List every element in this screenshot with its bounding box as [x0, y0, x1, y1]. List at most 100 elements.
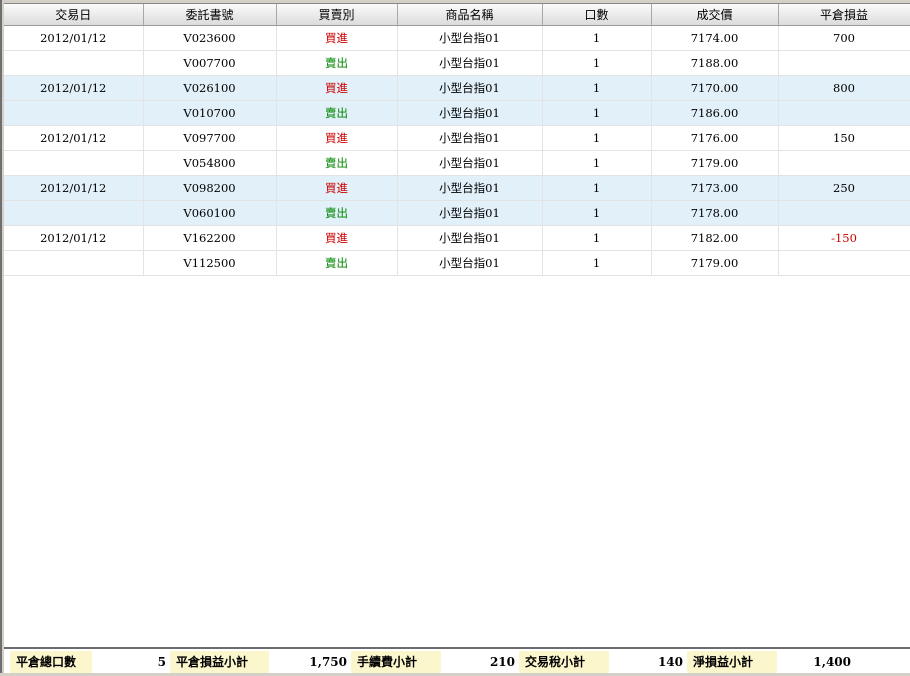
trade-date-cell	[4, 150, 144, 176]
side-cell: 賣出	[276, 50, 398, 76]
col-header-product[interactable]: 商品名稱	[397, 4, 543, 26]
product-cell: 小型台指01	[397, 75, 543, 101]
trade-row[interactable]: V054800 賣出 小型台指01 1 7179.00	[4, 150, 910, 176]
fee-subtotal-label: 手續費小計	[351, 651, 441, 673]
qty-cell: 1	[542, 175, 652, 201]
price-cell: 7179.00	[651, 250, 779, 276]
order-no-cell: V097700	[143, 125, 277, 151]
side-cell: 買進	[276, 25, 398, 51]
trade-date-cell: 2012/01/12	[4, 75, 144, 101]
pnl-cell: 250	[778, 175, 910, 201]
qty-cell: 1	[542, 100, 652, 126]
order-no-cell: V054800	[143, 150, 277, 176]
price-cell: 7178.00	[651, 200, 779, 226]
fee-subtotal-value: 210	[441, 651, 519, 673]
header-row: 交易日 委託書號 買賣別 商品名稱 口數 成交價 平倉損益	[4, 4, 910, 26]
price-cell: 7170.00	[651, 75, 779, 101]
price-cell: 7182.00	[651, 225, 779, 251]
pnl-cell	[778, 200, 910, 226]
trade-row[interactable]: V060100 賣出 小型台指01 1 7178.00	[4, 200, 910, 226]
price-cell: 7188.00	[651, 50, 779, 76]
order-no-cell: V026100	[143, 75, 277, 101]
order-no-cell: V007700	[143, 50, 277, 76]
trade-grid: 交易日 委託書號 買賣別 商品名稱 口數 成交價 平倉損益 2012/01/12…	[4, 3, 910, 647]
pnl-cell	[778, 100, 910, 126]
trade-date-cell	[4, 250, 144, 276]
side-cell: 賣出	[276, 200, 398, 226]
side-cell: 賣出	[276, 250, 398, 276]
product-cell: 小型台指01	[397, 250, 543, 276]
net-pnl-value: 1,400	[777, 651, 855, 673]
order-no-cell: V060100	[143, 200, 277, 226]
col-header-qty[interactable]: 口數	[542, 4, 652, 26]
trade-date-cell	[4, 50, 144, 76]
net-pnl-label: 淨損益小計	[687, 651, 777, 673]
pnl-cell	[778, 150, 910, 176]
col-header-trade-date[interactable]: 交易日	[4, 4, 144, 26]
side-cell: 買進	[276, 225, 398, 251]
trade-date-cell: 2012/01/12	[4, 125, 144, 151]
price-cell: 7186.00	[651, 100, 779, 126]
trade-row[interactable]: 2012/01/12 V097700 買進 小型台指01 1 7176.00 150	[4, 125, 910, 151]
pnl-cell	[778, 250, 910, 276]
product-cell: 小型台指01	[397, 25, 543, 51]
pnl-cell: 150	[778, 125, 910, 151]
col-header-pnl[interactable]: 平倉損益	[778, 4, 910, 26]
side-cell: 買進	[276, 175, 398, 201]
product-cell: 小型台指01	[397, 100, 543, 126]
col-header-price[interactable]: 成交價	[651, 4, 779, 26]
tax-subtotal-label: 交易稅小計	[519, 651, 609, 673]
order-no-cell: V112500	[143, 250, 277, 276]
price-cell: 7173.00	[651, 175, 779, 201]
price-cell: 7176.00	[651, 125, 779, 151]
price-cell: 7179.00	[651, 150, 779, 176]
closed-lots-value: 5	[92, 651, 170, 673]
closed-lots-label: 平倉總口數	[10, 651, 92, 673]
trade-row[interactable]: 2012/01/12 V023600 買進 小型台指01 1 7174.00 700	[4, 25, 910, 51]
product-cell: 小型台指01	[397, 225, 543, 251]
qty-cell: 1	[542, 250, 652, 276]
qty-cell: 1	[542, 150, 652, 176]
pnl-subtotal-value: 1,750	[269, 651, 351, 673]
trade-row[interactable]: V010700 賣出 小型台指01 1 7186.00	[4, 100, 910, 126]
trade-date-cell: 2012/01/12	[4, 175, 144, 201]
order-no-cell: V010700	[143, 100, 277, 126]
summary-bar: 平倉總口數 5 平倉損益小計 1,750 手續費小計 210 交易稅小計 140…	[4, 647, 910, 673]
trade-row[interactable]: V007700 賣出 小型台指01 1 7188.00	[4, 50, 910, 76]
trade-row[interactable]: 2012/01/12 V098200 買進 小型台指01 1 7173.00 250	[4, 175, 910, 201]
trade-date-cell	[4, 100, 144, 126]
product-cell: 小型台指01	[397, 200, 543, 226]
price-cell: 7174.00	[651, 25, 779, 51]
trade-date-cell: 2012/01/12	[4, 225, 144, 251]
qty-cell: 1	[542, 75, 652, 101]
pnl-cell: 700	[778, 25, 910, 51]
trade-row[interactable]: 2012/01/12 V026100 買進 小型台指01 1 7170.00 800	[4, 75, 910, 101]
qty-cell: 1	[542, 125, 652, 151]
side-cell: 買進	[276, 125, 398, 151]
product-cell: 小型台指01	[397, 175, 543, 201]
col-header-side[interactable]: 買賣別	[276, 4, 398, 26]
order-no-cell: V162200	[143, 225, 277, 251]
pnl-cell	[778, 50, 910, 76]
side-cell: 賣出	[276, 100, 398, 126]
product-cell: 小型台指01	[397, 150, 543, 176]
tax-subtotal-value: 140	[609, 651, 687, 673]
qty-cell: 1	[542, 50, 652, 76]
side-cell: 買進	[276, 75, 398, 101]
trade-row[interactable]: V112500 賣出 小型台指01 1 7179.00	[4, 250, 910, 276]
pnl-cell: 800	[778, 75, 910, 101]
trades-table: 交易日 委託書號 買賣別 商品名稱 口數 成交價 平倉損益 2012/01/12…	[4, 4, 910, 276]
order-no-cell: V023600	[143, 25, 277, 51]
trade-date-cell: 2012/01/12	[4, 25, 144, 51]
order-no-cell: V098200	[143, 175, 277, 201]
trade-row[interactable]: 2012/01/12 V162200 買進 小型台指01 1 7182.00 -150	[4, 225, 910, 251]
qty-cell: 1	[542, 225, 652, 251]
trade-date-cell	[4, 200, 144, 226]
side-cell: 賣出	[276, 150, 398, 176]
product-cell: 小型台指01	[397, 50, 543, 76]
qty-cell: 1	[542, 200, 652, 226]
pnl-cell: -150	[778, 225, 910, 251]
col-header-order-no[interactable]: 委託書號	[143, 4, 277, 26]
product-cell: 小型台指01	[397, 125, 543, 151]
pnl-subtotal-label: 平倉損益小計	[170, 651, 269, 673]
